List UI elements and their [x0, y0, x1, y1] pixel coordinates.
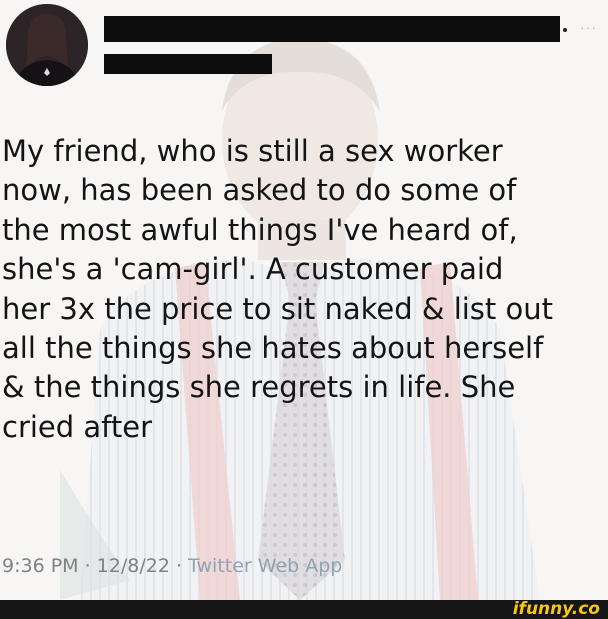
- tweet-timestamp[interactable]: 9:36 PM · 12/8/22 ·: [2, 555, 188, 577]
- tweet-metadata: 9:36 PM · 12/8/22 · Twitter Web App: [2, 554, 342, 578]
- redaction-artifact: [563, 28, 567, 32]
- watermark-bar: ifunny.co: [0, 600, 608, 619]
- tweet-card: ··· My friend, who is still a sex worker…: [0, 0, 608, 600]
- more-options-icon[interactable]: ···: [580, 20, 602, 34]
- tweet-text: My friend, who is still a sex worker now…: [2, 134, 553, 444]
- avatar-photo: [6, 4, 88, 86]
- ifunny-logo: ifunny.co: [512, 599, 600, 619]
- redacted-username: [104, 54, 272, 74]
- tweet-source[interactable]: Twitter Web App: [188, 555, 342, 577]
- redacted-display-name: [104, 16, 560, 42]
- avatar[interactable]: [6, 4, 88, 86]
